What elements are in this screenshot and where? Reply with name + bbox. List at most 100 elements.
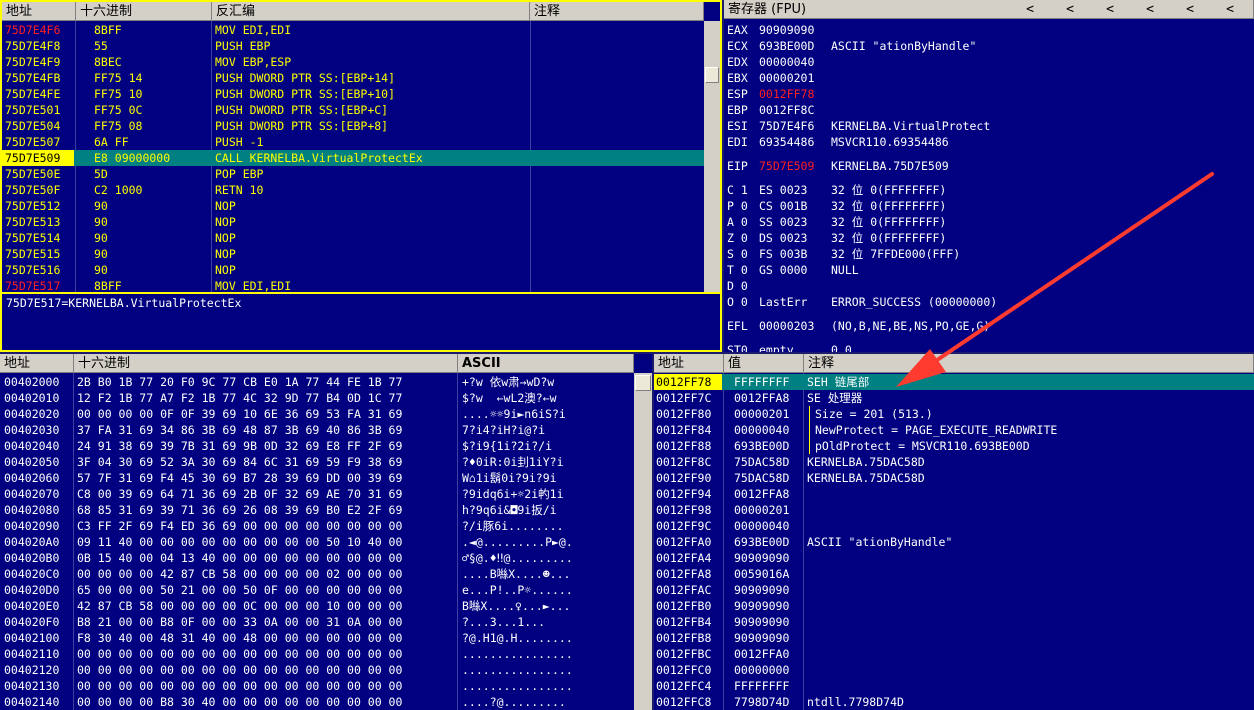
dump-row[interactable]: 00402060 57 7F 31 69 F4 45 30 69 B7 28 39… [0, 470, 634, 486]
dump-col-header-hex[interactable]: 十六进制 [74, 354, 458, 373]
register-value[interactable]: CS 001B [759, 198, 807, 214]
dump-row[interactable]: 00402080 68 85 31 69 39 71 36 69 26 08 39… [0, 502, 634, 518]
register-line[interactable]: ST0 empty 0.0 [727, 342, 1247, 352]
stack-row[interactable]: 0012FF90 75DAC58D KERNELBA.75DAC58D [654, 470, 1254, 486]
register-value[interactable]: empty [759, 342, 794, 352]
stack-row[interactable]: 0012FFC4 FFFFFFFF [654, 678, 1254, 694]
register-line[interactable]: A 0 SS 0023 32 位 0(FFFFFFFF) [727, 214, 1247, 230]
register-nav-arrow-button[interactable]: < [1220, 0, 1240, 18]
register-value[interactable]: 69354486 [759, 134, 814, 150]
disasm-row[interactable]: 75D7E512 90 NOP [2, 198, 704, 214]
register-value[interactable]: FS 003B [759, 246, 807, 262]
register-value[interactable]: 693BE00D [759, 38, 814, 54]
register-line[interactable]: P 0 CS 001B 32 位 0(FFFFFFFF) [727, 198, 1247, 214]
stack-row[interactable]: 0012FFB0 90909090 [654, 598, 1254, 614]
stack-row[interactable]: 0012FFB4 90909090 [654, 614, 1254, 630]
register-value[interactable]: GS 0000 [759, 262, 807, 278]
disasm-row[interactable]: 75D7E4F9 8BEC MOV EBP,ESP [2, 54, 704, 70]
register-line[interactable]: EDI 69354486 MSVCR110.69354486 [727, 134, 1247, 150]
registers-header[interactable]: 寄存器 (FPU) < < < < < < [724, 0, 1254, 19]
register-value[interactable]: 00000201 [759, 70, 814, 86]
stack-row[interactable]: 0012FF78 FFFFFFFF SEH 链尾部 [654, 374, 1254, 390]
disasm-row[interactable]: 75D7E501 FF75 0C PUSH DWORD PTR SS:[EBP+C] [2, 102, 704, 118]
dump-col-header-address[interactable]: 地址 [0, 354, 74, 373]
dump-row[interactable]: 00402000 2B B0 1B 77 20 F0 9C 77 CB E0 1A… [0, 374, 634, 390]
stack-row[interactable]: 0012FFA8 0059016A [654, 566, 1254, 582]
register-nav-arrow-button[interactable]: < [1180, 0, 1200, 18]
register-value[interactable]: LastErr [759, 294, 807, 310]
register-line[interactable]: S 0 FS 003B 32 位 7FFDE000(FFF) [727, 246, 1247, 262]
register-line[interactable]: O 0 LastErr ERROR_SUCCESS (00000000) [727, 294, 1247, 310]
dump-row[interactable]: 00402040 24 91 38 69 39 7B 31 69 9B 0D 32… [0, 438, 634, 454]
stack-row[interactable]: 0012FFBC 0012FFA0 [654, 646, 1254, 662]
register-line[interactable]: EFL 00000203 (NO,B,NE,BE,NS,PO,GE,G) [727, 318, 1247, 334]
dump-row[interactable]: 00402020 00 00 00 00 0F 0F 39 69 10 6E 36… [0, 406, 634, 422]
stack-row[interactable]: 0012FFB8 90909090 [654, 630, 1254, 646]
stack-row[interactable]: 0012FF80 00000201 Size = 201 (513.) [654, 406, 1254, 422]
disasm-row[interactable]: 75D7E509 E8 09000000 CALL KERNELBA.Virtual… [2, 150, 704, 166]
disasm-row[interactable]: 75D7E504 FF75 08 PUSH DWORD PTR SS:[EBP+8] [2, 118, 704, 134]
disassembly-scrollbar[interactable] [704, 21, 720, 292]
stack-row[interactable]: 0012FFAC 90909090 [654, 582, 1254, 598]
dump-row[interactable]: 004020B0 0B 15 40 00 04 13 40 00 00 00 00… [0, 550, 634, 566]
register-nav-arrow-button[interactable]: < [1060, 0, 1080, 18]
scrollbar-thumb[interactable] [705, 67, 719, 83]
dump-scrollbar[interactable] [634, 373, 652, 710]
disasm-row[interactable]: 75D7E4F6 8BFF MOV EDI,EDI [2, 22, 704, 38]
disasm-row[interactable]: 75D7E4F8 55 PUSH EBP [2, 38, 704, 54]
stack-row[interactable]: 0012FF7C 0012FFA8 SE 处理器 [654, 390, 1254, 406]
stack-row[interactable]: 0012FFA4 90909090 [654, 550, 1254, 566]
dump-row[interactable]: 004020F0 B8 21 00 00 B8 0F 00 00 33 0A 00… [0, 614, 634, 630]
register-value[interactable]: 90909090 [759, 22, 814, 38]
stack-col-header-value[interactable]: 值 [724, 354, 804, 373]
dump-row[interactable]: 004020C0 00 00 00 00 42 87 CB 58 00 00 00… [0, 566, 634, 582]
col-header-disassembly[interactable]: 反汇编 [212, 2, 530, 21]
dump-row[interactable]: 00402090 C3 FF 2F 69 F4 ED 36 69 00 00 00… [0, 518, 634, 534]
register-line[interactable]: EBX 00000201 [727, 70, 1247, 86]
stack-col-header-comment[interactable]: 注释 [804, 354, 1254, 373]
dump-row[interactable]: 00402030 37 FA 31 69 34 86 3B 69 48 87 3B… [0, 422, 634, 438]
register-value[interactable]: 0012FF78 [759, 86, 814, 102]
register-value[interactable]: 75D7E509 [759, 158, 814, 174]
col-header-comment[interactable]: 注释 [530, 2, 704, 21]
register-line[interactable]: C 1 ES 0023 32 位 0(FFFFFFFF) [727, 182, 1247, 198]
register-line[interactable]: ESI 75D7E4F6 KERNELBA.VirtualProtect [727, 118, 1247, 134]
register-value[interactable]: ES 0023 [759, 182, 807, 198]
disasm-row[interactable]: 75D7E50F C2 1000 RETN 10 [2, 182, 704, 198]
dump-row[interactable]: 00402010 12 F2 1B 77 A7 F2 1B 77 4C 32 9D… [0, 390, 634, 406]
disasm-row[interactable]: 75D7E4FE FF75 10 PUSH DWORD PTR SS:[EBP+10… [2, 86, 704, 102]
stack-list[interactable]: 0012FF78 FFFFFFFF SEH 链尾部 0012FF7C 0012FFA8 S… [654, 374, 1254, 710]
stack-col-header-address[interactable]: 地址 [654, 354, 724, 373]
disasm-row[interactable]: 75D7E515 90 NOP [2, 246, 704, 262]
disasm-row[interactable]: 75D7E513 90 NOP [2, 214, 704, 230]
stack-row[interactable]: 0012FF8C 75DAC58D KERNELBA.75DAC58D [654, 454, 1254, 470]
col-header-address[interactable]: 地址 [2, 2, 76, 21]
disasm-row[interactable]: 75D7E516 90 NOP [2, 262, 704, 278]
dump-row[interactable]: 00402120 00 00 00 00 00 00 00 00 00 00 00… [0, 662, 634, 678]
stack-row[interactable]: 0012FFA0 693BE00D ASCII "ationByHandle" [654, 534, 1254, 550]
stack-row[interactable]: 0012FF9C 00000040 [654, 518, 1254, 534]
dump-list[interactable]: 00402000 2B B0 1B 77 20 F0 9C 77 CB E0 1A… [0, 374, 634, 710]
disasm-row[interactable]: 75D7E50E 5D POP EBP [2, 166, 704, 182]
register-line[interactable]: Z 0 DS 0023 32 位 0(FFFFFFFF) [727, 230, 1247, 246]
register-line[interactable]: EBP 0012FF8C [727, 102, 1247, 118]
stack-row[interactable]: 0012FF84 00000040 NewProtect = PAGE_EXECUT… [654, 422, 1254, 438]
register-value[interactable]: 00000203 [759, 318, 814, 334]
register-value[interactable]: 75D7E4F6 [759, 118, 814, 134]
register-nav-arrow-button[interactable]: < [1140, 0, 1160, 18]
register-line[interactable]: ESP 0012FF78 [727, 86, 1247, 102]
register-line[interactable]: EIP 75D7E509 KERNELBA.75D7E509 [727, 158, 1247, 174]
dump-row[interactable]: 00402140 00 00 00 00 B8 30 40 00 00 00 00… [0, 694, 634, 710]
col-header-hex[interactable]: 十六进制 [76, 2, 212, 21]
register-nav-arrow-button[interactable]: < [1020, 0, 1040, 18]
disasm-row[interactable]: 75D7E507 6A FF PUSH -1 [2, 134, 704, 150]
stack-row[interactable]: 0012FF94 0012FFA8 [654, 486, 1254, 502]
register-line[interactable]: D 0 [727, 278, 1247, 294]
disasm-row[interactable]: 75D7E4FB FF75 14 PUSH DWORD PTR SS:[EBP+14… [2, 70, 704, 86]
register-line[interactable]: EDX 00000040 [727, 54, 1247, 70]
dump-row[interactable]: 004020A0 09 11 40 00 00 00 00 00 00 00 00… [0, 534, 634, 550]
register-line[interactable]: ECX 693BE00D ASCII "ationByHandle" [727, 38, 1247, 54]
dump-row[interactable]: 004020D0 65 00 00 00 50 21 00 00 50 0F 00… [0, 582, 634, 598]
dump-row[interactable]: 00402070 C8 00 39 69 64 71 36 69 2B 0F 32… [0, 486, 634, 502]
dump-row[interactable]: 00402110 00 00 00 00 00 00 00 00 00 00 00… [0, 646, 634, 662]
